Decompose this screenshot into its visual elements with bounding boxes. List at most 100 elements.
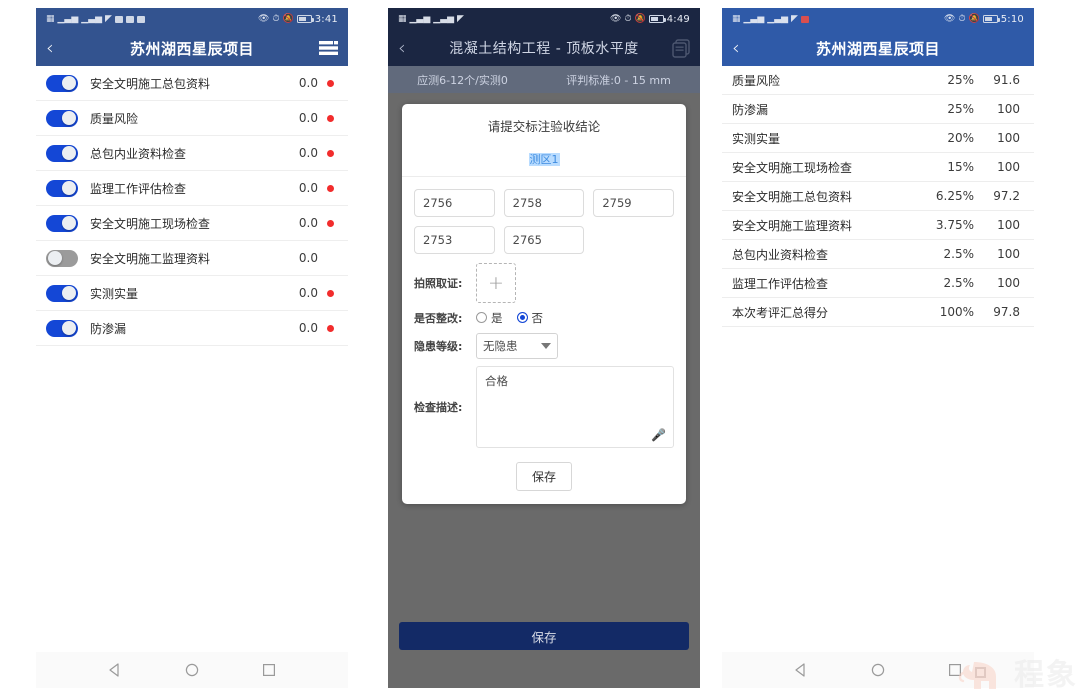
home-icon[interactable] bbox=[184, 662, 200, 678]
table-row[interactable]: 防渗漏 0.0 bbox=[36, 311, 348, 346]
row-name: 监理工作评估检查 bbox=[732, 276, 829, 291]
row-name: 质量风险 bbox=[732, 73, 781, 88]
table-row[interactable]: 质量风险 0.0 bbox=[36, 101, 348, 136]
row-score: 0.0 bbox=[298, 286, 318, 300]
row-label: 实测实量 bbox=[90, 286, 139, 301]
document-icon-svg bbox=[672, 38, 690, 58]
row-weight: 2.5% bbox=[943, 247, 975, 261]
rectify-option-no[interactable]: 否 bbox=[516, 310, 543, 326]
screenshot-stage: ▦ ▁▃▅ ▁▃▅ ◤ 👁 ⏱ 🔕 3:41 ‹ 苏州湖西星辰项目 安全文明施工… bbox=[0, 0, 1080, 696]
required-flag-icon bbox=[327, 79, 334, 87]
home-icon[interactable] bbox=[870, 662, 886, 678]
phone-screen-score-summary: ▦ ▁▃▅ ▁▃▅ ◤ 👁 ⏱ 🔕 5:10 ‹ 苏州湖西星辰项目 质量风险 2… bbox=[722, 8, 1034, 688]
row-toggle[interactable] bbox=[46, 179, 78, 197]
recents-icon[interactable] bbox=[261, 662, 277, 678]
row-toggle[interactable] bbox=[46, 144, 78, 162]
android-nav-bar bbox=[722, 652, 1034, 688]
back-button[interactable]: ‹ bbox=[46, 38, 72, 58]
app-icon bbox=[800, 15, 809, 23]
table-row[interactable]: 监理工作评估检查 0.0 bbox=[36, 171, 348, 206]
status-bar-clock: 4:49 bbox=[666, 13, 690, 25]
status-bar-right-icons: 👁 ⏱ 🔕 5:10 bbox=[944, 14, 1024, 25]
row-name: 防渗漏 bbox=[732, 102, 769, 117]
measure-count-text: 应测6-12个/实测0 bbox=[417, 73, 508, 87]
signal-icon: ▁▃▅ bbox=[743, 13, 765, 24]
row-weight: 25% bbox=[947, 102, 974, 116]
row-name: 实测实量 bbox=[732, 131, 781, 146]
rectify-option-yes[interactable]: 是 bbox=[476, 310, 503, 326]
measurement-input[interactable]: 2758 bbox=[503, 189, 585, 217]
back-button[interactable]: ‹ bbox=[732, 38, 758, 58]
battery-icon bbox=[296, 15, 314, 23]
measurement-input[interactable]: 2753 bbox=[414, 226, 495, 254]
table-row[interactable]: 防渗漏 25% 100 bbox=[722, 95, 1034, 124]
table-row[interactable]: 安全文明施工现场检查 0.0 bbox=[36, 206, 348, 241]
recents-icon[interactable] bbox=[947, 662, 963, 678]
page-save-button[interactable]: 保存 bbox=[399, 622, 689, 650]
wifi-icon: ◤ bbox=[105, 13, 112, 24]
signal-icon: ▁▃▅ bbox=[409, 13, 431, 24]
measurement-input[interactable]: 2756 bbox=[414, 189, 495, 217]
back-button[interactable]: ‹ bbox=[398, 38, 424, 58]
dialog-subtitle-text: 测区1 bbox=[528, 153, 560, 166]
row-toggle[interactable] bbox=[46, 319, 78, 337]
description-textarea[interactable]: 合格 🎤 bbox=[476, 366, 674, 448]
alarm-icon: ⏱ bbox=[624, 13, 632, 24]
checklist-body: 安全文明施工总包资料 0.0 质量风险 0.0 总包内业资料检查 0.0 监理工… bbox=[36, 66, 348, 652]
required-flag-icon bbox=[327, 289, 334, 297]
dialog-save-button[interactable]: 保存 bbox=[515, 462, 572, 491]
app-bar: ‹ 混凝土结构工程 - 顶板水平度 bbox=[388, 30, 700, 66]
measurement-input[interactable]: 2765 bbox=[503, 226, 585, 254]
signal-icon: ▁▃▅ bbox=[767, 13, 789, 24]
row-score: 91.6 bbox=[993, 73, 1020, 87]
row-toggle[interactable] bbox=[46, 249, 78, 267]
hazard-level-select[interactable]: 无隐患 bbox=[476, 333, 558, 359]
microphone-icon[interactable]: 🎤 bbox=[651, 428, 666, 442]
table-row[interactable]: 安全文明施工总包资料 0.0 bbox=[36, 66, 348, 101]
row-name: 安全文明施工总包资料 bbox=[732, 189, 853, 204]
row-score: 0.0 bbox=[298, 181, 318, 195]
table-row[interactable]: 实测实量 20% 100 bbox=[722, 124, 1034, 153]
table-row[interactable]: 总包内业资料检查 2.5% 100 bbox=[722, 240, 1034, 269]
list-menu-icon[interactable] bbox=[319, 40, 338, 56]
row-toggle[interactable] bbox=[46, 214, 78, 232]
app-icon bbox=[125, 15, 134, 23]
row-toggle[interactable] bbox=[46, 74, 78, 92]
required-flag-icon bbox=[327, 149, 334, 157]
table-row[interactable]: 质量风险 25% 91.6 bbox=[722, 66, 1034, 95]
row-label: 监理工作评估检查 bbox=[90, 181, 187, 196]
table-row[interactable]: 实测实量 0.0 bbox=[36, 276, 348, 311]
page-title: 苏州湖西星辰项目 bbox=[815, 39, 940, 58]
row-weight: 15% bbox=[947, 160, 974, 174]
table-row[interactable]: 安全文明施工总包资料 6.25% 97.2 bbox=[722, 182, 1034, 211]
table-row-total[interactable]: 本次考评汇总得分 100% 97.8 bbox=[722, 298, 1034, 327]
row-weight: 25% bbox=[947, 73, 974, 87]
status-bar: ▦ ▁▃▅ ▁▃▅ ◤ 👁 ⏱ 🔕 3:41 bbox=[36, 8, 348, 30]
row-weight: 2.5% bbox=[943, 276, 975, 290]
chevron-down-icon bbox=[541, 343, 551, 349]
document-icon[interactable] bbox=[672, 38, 690, 58]
table-row[interactable]: 总包内业资料检查 0.0 bbox=[36, 136, 348, 171]
measurement-inputs: 2756 2758 2759 2753 2765 bbox=[402, 177, 686, 256]
signal-icon: ▁▃▅ bbox=[433, 13, 455, 24]
row-toggle[interactable] bbox=[46, 109, 78, 127]
measurement-input[interactable]: 2759 bbox=[593, 189, 674, 217]
row-weight: 20% bbox=[947, 131, 974, 145]
back-icon[interactable] bbox=[107, 662, 123, 678]
add-photo-button[interactable]: + bbox=[476, 263, 516, 303]
wifi-icon: ◤ bbox=[457, 13, 464, 24]
table-row[interactable]: 监理工作评估检查 2.5% 100 bbox=[722, 269, 1034, 298]
status-bar-clock: 5:10 bbox=[1000, 13, 1024, 25]
table-row[interactable]: 安全文明施工现场检查 15% 100 bbox=[722, 153, 1034, 182]
row-toggle[interactable] bbox=[46, 284, 78, 302]
description-label: 检查描述: bbox=[414, 401, 463, 414]
status-bar: ▦ ▁▃▅ ▁▃▅ ◤ 👁 ⏱ 🔕 5:10 bbox=[722, 8, 1034, 30]
table-row[interactable]: 安全文明施工监理资料 0.0 bbox=[36, 241, 348, 276]
back-icon[interactable] bbox=[793, 662, 809, 678]
table-row[interactable]: 安全文明施工监理资料 3.75% 100 bbox=[722, 211, 1034, 240]
row-score: 100 bbox=[997, 218, 1020, 232]
photo-evidence-label: 拍照取证: bbox=[414, 277, 463, 290]
required-flag-icon bbox=[327, 324, 334, 332]
wifi-icon: ◤ bbox=[791, 13, 798, 24]
radio-icon bbox=[476, 312, 487, 323]
